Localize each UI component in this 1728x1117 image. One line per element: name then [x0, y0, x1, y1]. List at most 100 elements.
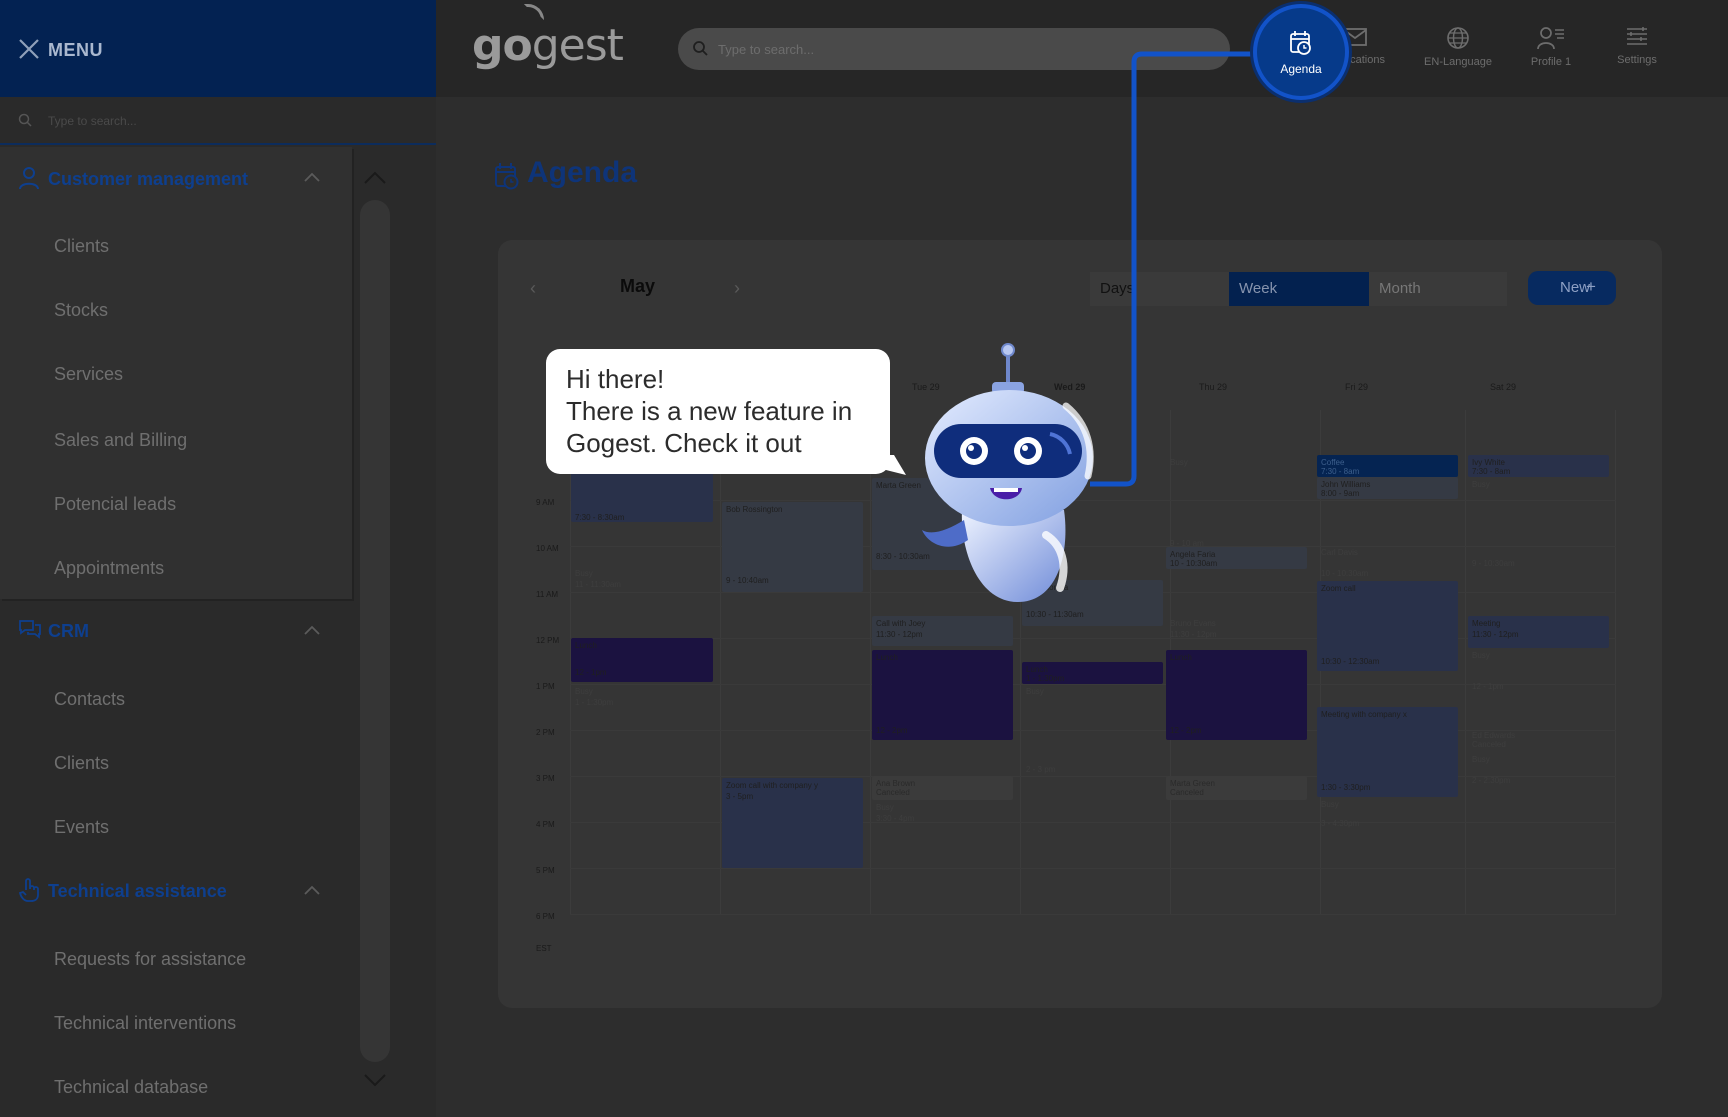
- close-icon[interactable]: [18, 38, 40, 60]
- hour-label: 5 PM: [536, 866, 555, 875]
- gogest-logo[interactable]: gogest: [472, 20, 624, 71]
- sidebar-item-potencial-leads[interactable]: Potencial leads: [54, 494, 176, 515]
- event-title: Busy: [1472, 755, 1490, 764]
- section-title-customer-management[interactable]: Customer management: [48, 169, 248, 190]
- top-search-input[interactable]: [718, 28, 1198, 70]
- sidebar-search-input[interactable]: [48, 107, 408, 135]
- prev-month-button[interactable]: ‹: [530, 278, 536, 299]
- next-month-button[interactable]: ›: [734, 278, 740, 299]
- event-card[interactable]: Ivy White 7:30 - 8am: [1468, 455, 1609, 477]
- event-card[interactable]: Busy: [1022, 684, 1163, 704]
- sidebar-item-contacts[interactable]: Contacts: [54, 689, 125, 710]
- event-time: 11:30 - 12pm: [1170, 630, 1217, 639]
- sidebar-item-sales-billing[interactable]: Sales and Billing: [54, 430, 187, 451]
- event-title: John Williams: [1321, 480, 1371, 489]
- event-time: 3:30 - 4pm: [876, 814, 915, 823]
- event-card[interactable]: Call with Joey 11:30 - 12pm: [872, 616, 1013, 646]
- event-title: Zoom call: [1321, 584, 1356, 593]
- event-time: 1:30 - 3:30pm: [1321, 783, 1371, 792]
- event-card[interactable]: Lunch 12 - 1pm: [571, 638, 713, 682]
- hour-label: 9 AM: [536, 498, 555, 507]
- event-card[interactable]: Zoom call with company y 3 - 5pm: [722, 778, 863, 868]
- event-card[interactable]: Bob Rossington 9 - 10:40am: [722, 502, 863, 592]
- robot-mascot-icon: [922, 343, 1094, 602]
- event-card[interactable]: 7:30 - 8:30am: [571, 470, 713, 522]
- new-event-button[interactable]: New +: [1528, 271, 1616, 305]
- event-card[interactable]: Busy 3 - 4:30pm: [1317, 797, 1458, 833]
- event-card[interactable]: Coffee 7:30 - 8am: [1317, 455, 1458, 477]
- event-title: Carl Davis: [1321, 548, 1358, 557]
- sidebar-item-stocks[interactable]: Stocks: [54, 300, 108, 321]
- event-title: Busy: [1472, 651, 1490, 660]
- section-title-crm[interactable]: CRM: [48, 621, 89, 642]
- event-title: Lunch: [876, 653, 898, 662]
- event-time: 10:30 - 11:30am: [1026, 610, 1084, 619]
- event-card[interactable]: Ed Edwards Canceled: [1468, 728, 1609, 750]
- event-time: 9 - 10:30am: [1472, 559, 1515, 568]
- section-title-technical-assistance[interactable]: Technical assistance: [48, 881, 227, 902]
- event-card[interactable]: Zoom call 10:30 - 12:30am: [1317, 581, 1458, 671]
- sidebar-item-requests-assistance[interactable]: Requests for assistance: [54, 949, 246, 970]
- event-time: 12 - 1pm: [575, 668, 607, 677]
- scroll-down-icon[interactable]: [364, 1074, 386, 1088]
- sidebar-item-services[interactable]: Services: [54, 364, 123, 385]
- event-title: Busy: [575, 687, 593, 696]
- sidebar-scrollbar[interactable]: [360, 200, 390, 1062]
- sidebar-item-clients[interactable]: Clients: [54, 236, 109, 257]
- event-card[interactable]: Busy 12 - 1pm: [1468, 648, 1609, 694]
- event-card[interactable]: Lunch 12 - 2pm: [1166, 650, 1307, 740]
- hand-pointer-icon: [18, 878, 39, 902]
- event-card[interactable]: Marta Green Canceled: [1166, 776, 1307, 800]
- sidebar-item-technical-database[interactable]: Technical database: [54, 1077, 208, 1098]
- event-card[interactable]: Busy 3:30 - 4pm: [872, 800, 1013, 836]
- event-card[interactable]: Bruno Evans 11:30 - 12pm: [1166, 616, 1307, 646]
- event-title: Coffee: [1321, 458, 1345, 467]
- event-title: Busy: [876, 803, 894, 812]
- profile-button[interactable]: Profile 1: [1505, 22, 1597, 82]
- menu-header[interactable]: MENU: [0, 0, 436, 97]
- event-card[interactable]: John Williams 8:00 - 9am: [1317, 477, 1458, 499]
- sidebar-search[interactable]: [0, 97, 436, 145]
- sidebar-item-crm-clients[interactable]: Clients: [54, 753, 109, 774]
- language-button[interactable]: EN-Language: [1412, 22, 1504, 82]
- event-time: 12 - 1pm: [1472, 682, 1504, 691]
- sidebar-item-technical-interventions[interactable]: Technical interventions: [54, 1013, 236, 1034]
- logo-text-bold: go: [472, 20, 533, 71]
- chevron-up-icon[interactable]: [304, 885, 320, 895]
- event-card[interactable]: Meeting with company x 1:30 - 3:30pm: [1317, 707, 1458, 797]
- event-title: Bob Rossington: [726, 505, 783, 514]
- view-days-tab[interactable]: Days: [1090, 272, 1230, 306]
- event-card[interactable]: Busy 9 - 10 am: [1166, 455, 1307, 547]
- event-title: Busy: [1170, 458, 1188, 467]
- settings-button[interactable]: Settings: [1591, 22, 1683, 82]
- event-card[interactable]: Ana Brown Canceled: [872, 776, 1013, 800]
- event-card[interactable]: Meeting 11:30 - 12pm: [1468, 616, 1609, 648]
- event-card[interactable]: Busy 2 - 2:30pm: [1468, 752, 1609, 788]
- event-card[interactable]: Angela Faria 10 - 10:30am: [1166, 547, 1307, 569]
- event-title: Lunch: [1170, 653, 1192, 662]
- event-card[interactable]: Busy 9 - 10:30am: [1468, 477, 1609, 569]
- search-icon: [18, 113, 32, 127]
- view-week-tab[interactable]: Week: [1229, 272, 1369, 306]
- scroll-up-icon[interactable]: [364, 170, 386, 184]
- agenda-button[interactable]: Agenda: [1253, 4, 1349, 100]
- view-month-tab[interactable]: Month: [1369, 272, 1507, 306]
- event-time: 12 - 2pm: [1170, 726, 1202, 735]
- logo-signal-icon: [524, 4, 544, 20]
- event-time: 2 - 3 pm: [1026, 765, 1056, 774]
- event-card[interactable]: Lunch 1 - 1:30pm: [1022, 662, 1163, 684]
- event-card[interactable]: 2 - 3 pm: [1022, 760, 1163, 780]
- sidebar-item-appointments[interactable]: Appointments: [54, 558, 164, 579]
- top-search[interactable]: [678, 28, 1230, 70]
- hour-label: 11 AM: [536, 590, 559, 599]
- chevron-up-icon[interactable]: [304, 625, 320, 635]
- event-card[interactable]: Busy 11 - 11:30am: [571, 566, 713, 602]
- event-card[interactable]: Lunch 12 - 2pm: [872, 650, 1013, 740]
- event-card[interactable]: Busy 1 - 1:30pm: [571, 684, 713, 720]
- hour-label: 2 PM: [536, 728, 555, 737]
- sidebar-item-events[interactable]: Events: [54, 817, 109, 838]
- event-card[interactable]: Carl Davis 10 - 10:30am: [1317, 545, 1458, 581]
- chevron-up-icon[interactable]: [304, 172, 320, 182]
- event-status: Canceled: [1472, 740, 1506, 749]
- language-label: EN-Language: [1424, 56, 1492, 68]
